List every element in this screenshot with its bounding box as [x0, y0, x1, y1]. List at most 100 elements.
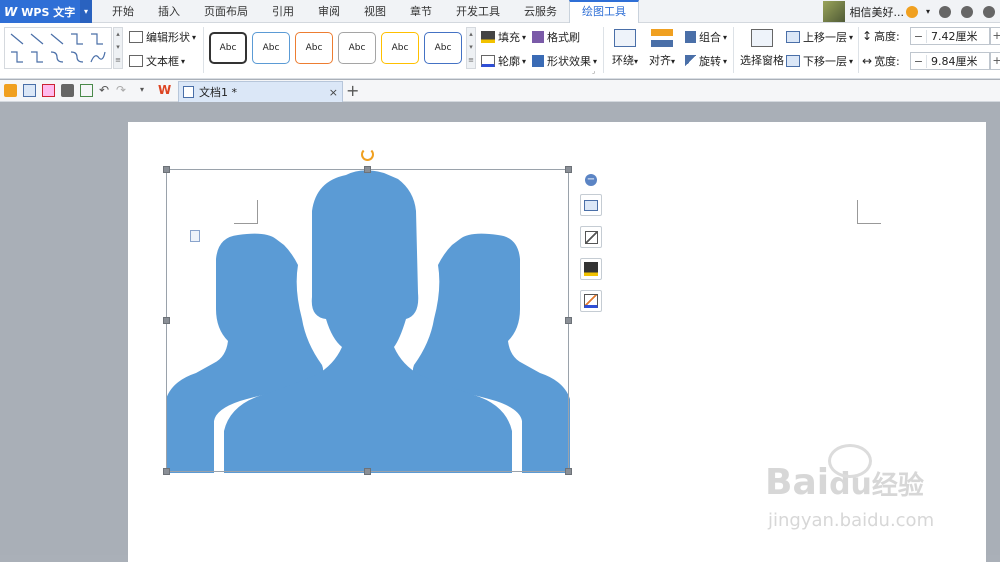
margin-corner-top-right [857, 200, 881, 224]
skin-icon[interactable] [939, 5, 951, 18]
align-label: 对齐 [649, 54, 671, 67]
height-decrement-button[interactable]: − [911, 29, 927, 43]
collapse-toolbar-icon[interactable]: − [585, 174, 597, 186]
help-icon[interactable] [983, 5, 995, 18]
resize-handle-bottom-left[interactable] [163, 468, 170, 475]
resize-handle-top-left[interactable] [163, 166, 170, 173]
username[interactable]: 相信美好... [849, 4, 904, 20]
tab-view[interactable]: 视图 [352, 0, 398, 23]
height-value[interactable]: 7.42厘米 [927, 28, 989, 44]
resize-handle-bottom[interactable] [364, 468, 371, 475]
style-gallery-scroll[interactable]: ▴ ▾ ≡ [466, 27, 476, 69]
height-label: ↕ 高度: [862, 29, 900, 43]
close-tab-button[interactable]: × [329, 86, 338, 99]
shape-style-3[interactable]: Abc [295, 32, 333, 64]
shape-style-4[interactable]: Abc [338, 32, 376, 64]
group-icon [685, 31, 696, 43]
app-menu-dropdown-icon[interactable]: ▾ [80, 0, 92, 23]
group-button[interactable]: 组合 ▾ [685, 29, 727, 45]
edit-shape-label: 编辑形状 [146, 31, 190, 44]
selection-pane-button[interactable]: 选择窗格 [740, 29, 784, 68]
height-icon: ↕ [862, 29, 873, 43]
tab-cloud[interactable]: 云服务 [512, 0, 569, 23]
edit-shape-button[interactable]: 编辑形状 ▾ [129, 29, 196, 45]
send-backward-button[interactable]: 下移一层 ▾ [786, 53, 853, 69]
tab-references[interactable]: 引用 [260, 0, 306, 23]
height-increment-button[interactable]: + [990, 27, 1000, 45]
height-field[interactable]: − 7.42厘米 [910, 27, 990, 45]
tab-start[interactable]: 开始 [100, 0, 146, 23]
wps-home-icon[interactable]: W [158, 84, 171, 97]
watermark-url: jingyan.baidu.com [768, 510, 935, 531]
outline-float-icon [584, 294, 598, 308]
tab-page-layout[interactable]: 页面布局 [192, 0, 260, 23]
rotate-icon [685, 55, 696, 67]
rotate-button[interactable]: 旋转 ▾ [685, 53, 727, 69]
shape-style-5[interactable]: Abc [381, 32, 419, 64]
text-box-button[interactable]: 文本框 ▾ [129, 53, 185, 69]
text-box-icon [129, 55, 143, 67]
width-field[interactable]: − 9.84厘米 [910, 52, 990, 70]
new-tab-button[interactable]: + [346, 82, 359, 100]
tab-insert[interactable]: 插入 [146, 0, 192, 23]
align-icon [651, 29, 673, 47]
selection-pane-label: 选择窗格 [740, 54, 784, 67]
resize-handle-top-right[interactable] [565, 166, 572, 173]
shape-style-2[interactable]: Abc [252, 32, 290, 64]
user-dropdown-icon[interactable]: ▾ [926, 7, 930, 16]
shape-style-6[interactable]: Abc [424, 32, 462, 64]
resize-handle-right[interactable] [565, 317, 572, 324]
save-icon[interactable] [23, 84, 36, 97]
app-name: WPS 文字 [21, 5, 76, 19]
ribbon: ▴ ▾ ≡ 编辑形状 ▾ 文本框 ▾ Abc Abc Abc Abc Abc Abc ▴… [0, 23, 1000, 79]
width-decrement-button[interactable]: − [911, 54, 927, 68]
redo-icon[interactable]: ↷ [116, 84, 129, 97]
tab-review[interactable]: 审阅 [306, 0, 352, 23]
edit-shape-icon [129, 31, 143, 43]
outline-float-button[interactable] [580, 290, 602, 312]
width-value[interactable]: 9.84厘米 [927, 53, 989, 69]
line-shapes-gallery[interactable] [4, 27, 112, 69]
avatar[interactable] [823, 1, 846, 22]
app-menu-button[interactable]: W WPS 文字 [0, 0, 80, 23]
gallery-scroll[interactable]: ▴ ▾ ≡ [113, 27, 123, 69]
edit-shape-float-button[interactable] [580, 226, 602, 248]
print-preview-icon[interactable] [80, 84, 93, 97]
align-button[interactable]: 对齐▾ [649, 29, 675, 68]
line-shapes-icon [10, 33, 106, 63]
width-icon: ↔ [862, 54, 873, 68]
resize-handle-left[interactable] [163, 317, 170, 324]
send-backward-icon [786, 55, 800, 67]
layout-options-button[interactable] [580, 194, 602, 216]
group-launcher-icon[interactable]: ⌟ [592, 67, 595, 75]
baidu-paw-icon [828, 444, 872, 478]
tab-drawing-tools[interactable]: 绘图工具 [569, 0, 639, 24]
shape-effect-button[interactable]: 形状效果 ▾ [532, 53, 597, 69]
bring-forward-button[interactable]: 上移一层 ▾ [786, 29, 853, 45]
document-workspace[interactable]: − Baidu经验 jingyan.baidu.com [0, 102, 1000, 562]
resize-handle-top[interactable] [364, 166, 371, 173]
format-brush-button[interactable]: 格式刷 [532, 29, 580, 45]
wrap-button[interactable]: 环绕▾ [612, 29, 638, 68]
brush-icon [532, 31, 544, 43]
title-bar: W WPS 文字 ▾ 开始 插入 页面布局 引用 审阅 视图 章节 开发工具 云… [0, 0, 1000, 24]
export-pdf-icon[interactable] [42, 84, 55, 97]
outline-label: 轮廓 [498, 55, 520, 68]
tab-developer[interactable]: 开发工具 [444, 0, 512, 23]
rotate-handle-icon[interactable] [361, 148, 374, 161]
document-tab[interactable]: 文档1 * × [178, 81, 343, 102]
print-icon[interactable] [61, 84, 74, 97]
text-box-label: 文本框 [146, 55, 179, 68]
settings-icon[interactable] [961, 5, 973, 18]
width-increment-button[interactable]: + [990, 52, 1000, 70]
wps-logo-icon: W [4, 4, 18, 19]
outline-button[interactable]: 轮廓 ▾ [481, 53, 526, 69]
resize-handle-bottom-right[interactable] [565, 468, 572, 475]
fill-button[interactable]: 填充 ▾ [481, 29, 526, 45]
tab-section[interactable]: 章节 [398, 0, 444, 23]
fill-float-button[interactable] [580, 258, 602, 280]
customize-dropdown-icon[interactable]: ▾ [140, 84, 153, 97]
shape-style-1[interactable]: Abc [209, 32, 247, 64]
undo-icon[interactable]: ↶ [99, 84, 112, 97]
open-icon[interactable] [4, 84, 17, 97]
